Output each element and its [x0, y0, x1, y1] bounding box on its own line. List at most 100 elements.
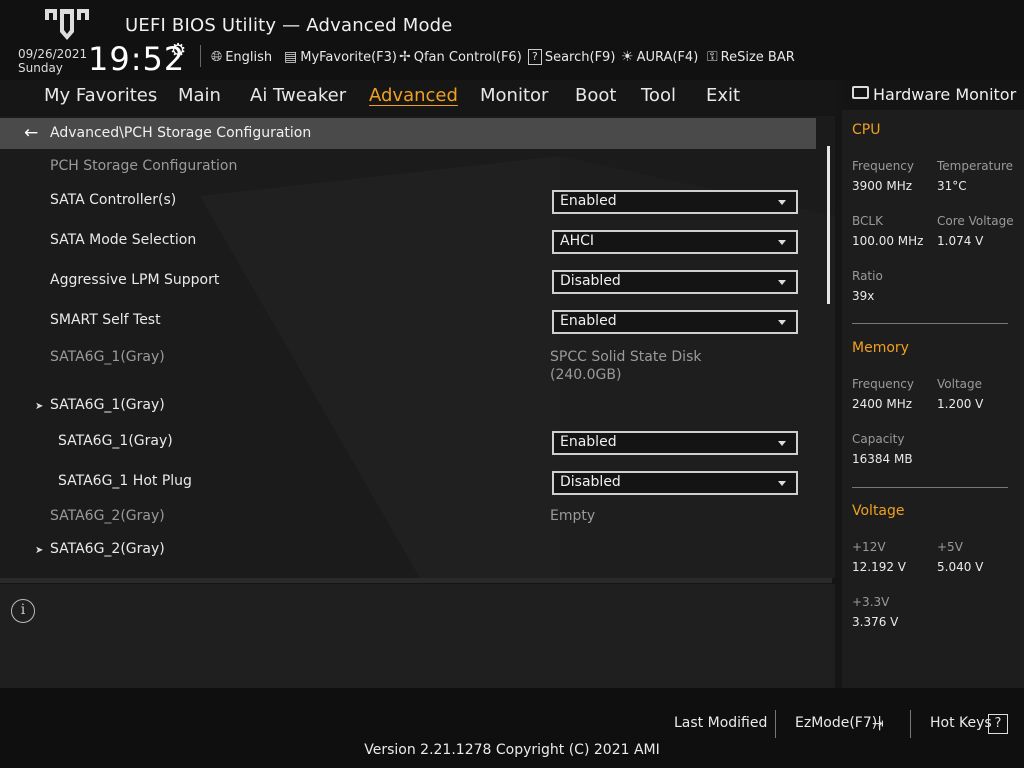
v33-label: +3.3V: [852, 595, 890, 609]
search-label: Search(F9): [544, 49, 616, 65]
dropdown-value: Enabled: [560, 193, 617, 209]
myfavorite-label: MyFavorite(F3): [300, 49, 397, 65]
expand-arrow-icon: ➤: [35, 545, 44, 556]
divider: [852, 323, 1008, 324]
tab-boot[interactable]: Boot: [575, 85, 616, 106]
day-text: Sunday: [18, 61, 63, 75]
aura-label: AURA(F4): [636, 49, 699, 65]
language-button[interactable]: 🌐︎ English: [211, 47, 272, 67]
aura-icon: ☀︎: [621, 49, 634, 65]
help-icon[interactable]: ?: [988, 714, 1008, 734]
v12-label: +12V: [852, 540, 886, 554]
voltage-heading: Voltage: [852, 503, 905, 519]
v33-value: 3.376 V: [852, 615, 899, 629]
setting-label[interactable]: SMART Self Test: [50, 312, 161, 328]
setting-label[interactable]: Aggressive LPM Support: [50, 272, 219, 288]
dropdown-value: Disabled: [560, 474, 621, 490]
memory-voltage-label: Voltage: [937, 377, 983, 391]
globe-icon: 🌐︎: [211, 49, 223, 65]
cpu-frequency-value: 3900 MHz: [852, 179, 913, 193]
smart-self-test-dropdown[interactable]: Enabled: [552, 310, 798, 334]
cpu-heading: CPU: [852, 122, 881, 138]
search-button[interactable]: ? Search(F9): [528, 47, 615, 67]
exit-arrow-icon[interactable]: ⇥: [871, 715, 885, 733]
chevron-down-icon: [778, 320, 786, 325]
qfan-control-label: Qfan Control(F6): [413, 49, 522, 65]
sata-controller-dropdown[interactable]: Enabled: [552, 190, 798, 214]
scrollbar[interactable]: [827, 146, 830, 304]
dropdown-value: Disabled: [560, 273, 621, 289]
last-modified-button[interactable]: Last Modified: [674, 715, 767, 731]
dropdown-value: AHCI: [560, 233, 595, 249]
tab-ai-tweaker[interactable]: Ai Tweaker: [250, 85, 346, 106]
sata6g1-port-dropdown[interactable]: Enabled: [552, 431, 798, 455]
tab-tool[interactable]: Tool: [641, 85, 676, 106]
expand-arrow-icon: ➤: [35, 401, 44, 412]
divider: [775, 710, 776, 738]
memory-heading: Memory: [852, 340, 909, 356]
breadcrumb: Advanced\PCH Storage Configuration: [50, 125, 312, 141]
memory-frequency-value: 2400 MHz: [852, 397, 913, 411]
tab-exit[interactable]: Exit: [706, 85, 740, 106]
resize-bar-label: ReSize BAR: [720, 49, 795, 65]
monitor-icon: [852, 86, 869, 99]
cpu-temperature-label: Temperature: [937, 159, 1014, 173]
back-arrow-icon[interactable]: ←: [24, 123, 38, 143]
cpu-frequency-label: Frequency: [852, 159, 914, 173]
port-device: Empty: [550, 508, 596, 524]
submenu-item[interactable]: SATA6G_1(Gray): [50, 397, 165, 413]
v12-value: 12.192 V: [852, 560, 907, 574]
setting-label[interactable]: SATA6G_1(Gray): [58, 433, 173, 449]
chevron-down-icon: [778, 200, 786, 205]
v5-label: +5V: [937, 540, 963, 554]
tab-main[interactable]: Main: [178, 85, 221, 106]
sata6g1-hot-plug-dropdown[interactable]: Disabled: [552, 471, 798, 495]
tab-my-favorites[interactable]: My Favorites: [44, 85, 157, 106]
tab-advanced[interactable]: Advanced: [369, 85, 458, 106]
cpu-temperature-value: 31°C: [937, 179, 967, 193]
date-text: 09/26/2021: [18, 47, 88, 61]
submenu-item[interactable]: SATA6G_2(Gray): [50, 541, 165, 557]
memory-frequency-label: Frequency: [852, 377, 914, 391]
v5-value: 5.040 V: [937, 560, 984, 574]
capacity-value: 16384 MB: [852, 452, 913, 466]
aura-button[interactable]: ☀︎ AURA(F4): [621, 47, 698, 67]
ezmode-button[interactable]: EzMode(F7)|: [795, 715, 882, 731]
app-title: UEFI BIOS Utility — Advanced Mode: [125, 15, 453, 36]
capacity-label: Capacity: [852, 432, 905, 446]
port-device: SPCC Solid State Disk: [550, 349, 702, 365]
setting-label[interactable]: SATA Controller(s): [50, 192, 176, 208]
help-panel: [0, 584, 835, 688]
chevron-down-icon: [778, 280, 786, 285]
hardware-monitor-title: Hardware Monitor: [873, 85, 1017, 104]
bclk-label: BCLK: [852, 214, 883, 228]
dropdown-value: Enabled: [560, 313, 617, 329]
qfan-control-button[interactable]: ✢ Qfan Control(F6): [399, 47, 522, 67]
port-label: SATA6G_1(Gray): [50, 349, 165, 365]
divider: [0, 578, 832, 583]
gear-icon[interactable]: ⚙: [170, 40, 186, 61]
tab-monitor[interactable]: Monitor: [480, 85, 548, 106]
dropdown-value: Enabled: [560, 434, 617, 450]
bclk-value: 100.00 MHz: [852, 234, 924, 248]
setting-label[interactable]: SATA Mode Selection: [50, 232, 196, 248]
chevron-down-icon: [778, 481, 786, 486]
ratio-label: Ratio: [852, 269, 883, 283]
version-text: Version 2.21.1278 Copyright (C) 2021 AMI: [364, 742, 660, 758]
setting-label[interactable]: SATA6G_1 Hot Plug: [58, 473, 192, 489]
resize-bar-button[interactable]: ⚿ ReSize BAR: [707, 47, 795, 67]
divider: [910, 710, 911, 738]
port-label: SATA6G_2(Gray): [50, 508, 165, 524]
aggressive-lpm-dropdown[interactable]: Disabled: [552, 270, 798, 294]
myfavorite-button[interactable]: ▤ MyFavorite(F3): [284, 47, 397, 67]
core-voltage-value: 1.074 V: [937, 234, 984, 248]
divider: [852, 487, 1008, 488]
favorite-icon: ▤: [284, 49, 298, 65]
port-device-size: (240.0GB): [550, 367, 622, 383]
tuf-logo: [45, 9, 89, 40]
language-label: English: [225, 49, 273, 65]
hot-keys-button[interactable]: Hot Keys: [930, 715, 992, 731]
sata-mode-dropdown[interactable]: AHCI: [552, 230, 798, 254]
chevron-down-icon: [778, 441, 786, 446]
divider: [200, 45, 201, 67]
